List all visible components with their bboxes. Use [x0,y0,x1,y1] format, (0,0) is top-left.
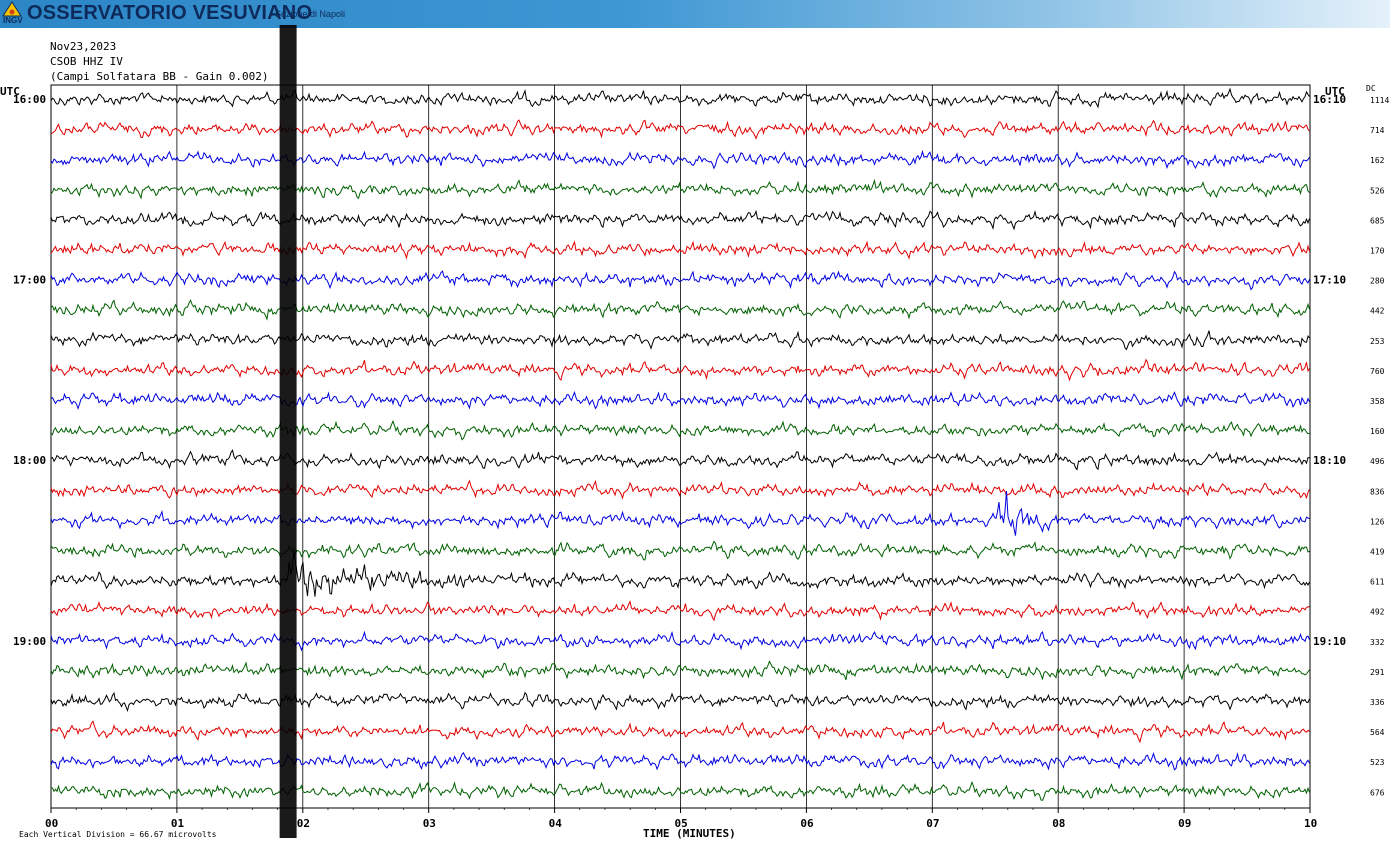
dc-value: 496 [1370,457,1385,466]
utc-right-label: UTC [1325,85,1345,98]
saturated-spike [279,25,297,838]
footer-note: Each Vertical Division = 66.67 microvolt… [19,830,217,839]
x-tick-label: 00 [45,817,58,830]
dc-value: 1114 [1370,96,1389,105]
dc-value: 253 [1370,337,1385,346]
dc-value: 523 [1370,758,1385,767]
dc-value: 358 [1370,397,1385,406]
x-tick-label: 03 [423,817,436,830]
dc-value: 685 [1370,216,1385,225]
dc-value: 760 [1370,367,1385,376]
x-tick-label: 06 [800,817,814,830]
dc-value: 611 [1370,578,1385,587]
left-time-label: 17:00 [13,274,46,287]
left-time-label: 18:00 [13,454,46,467]
dc-value: 126 [1370,517,1385,526]
dc-value: 526 [1370,186,1385,195]
x-tick-label: 01 [171,817,185,830]
x-tick-label: 02 [297,817,310,830]
x-tick-label: 10 [1304,817,1317,830]
seismogram-chart: 16:00 16:10 111471416252668517017:00 17:10 2… [0,25,1389,840]
dc-value: 160 [1370,427,1385,436]
x-tick-label: 07 [926,817,939,830]
right-time-label: 17:10 [1313,274,1346,287]
x-axis-title: TIME (MINUTES) [643,827,736,840]
right-time-label: 19:10 [1313,635,1346,648]
dc-value: 162 [1370,156,1385,165]
dc-value: 332 [1370,638,1385,647]
dc-value: 419 [1370,548,1385,557]
dc-value: 676 [1370,788,1385,797]
right-time-label: 18:10 [1313,454,1346,467]
dc-value: 564 [1370,728,1385,737]
x-tick-label: 04 [549,817,563,830]
dc-value: 492 [1370,608,1385,617]
dc-value: 291 [1370,668,1385,677]
x-tick-label: 09 [1178,817,1191,830]
dc-label: DC [1366,84,1376,93]
left-time-label: 19:00 [13,635,46,648]
spike-lines [279,25,297,838]
dc-value: 714 [1370,126,1385,135]
dc-value: 336 [1370,698,1385,707]
dc-value: 836 [1370,487,1385,496]
grid [50,84,1311,813]
x-tick-label: 08 [1052,817,1065,830]
utc-left-label: UTC [0,85,20,98]
dc-value: 170 [1370,247,1385,256]
dc-value: 442 [1370,307,1385,316]
dc-value: 280 [1370,277,1385,286]
